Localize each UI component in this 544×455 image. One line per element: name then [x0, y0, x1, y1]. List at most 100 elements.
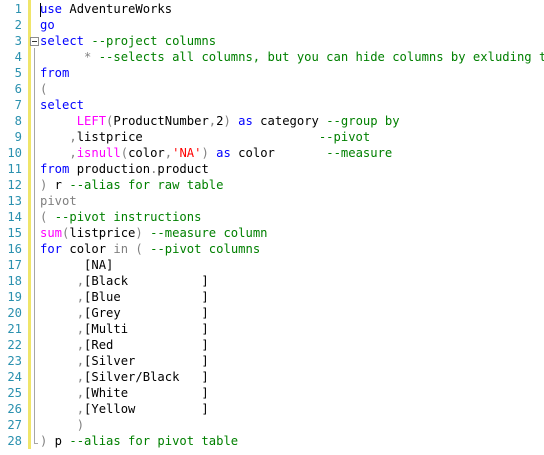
- code-token: ,: [76, 338, 85, 352]
- code-text: ) r --alias for raw table: [40, 177, 223, 193]
- code-token: --pivot instructions: [54, 210, 202, 224]
- line-number: 25: [7, 386, 22, 400]
- code-line[interactable]: 14 ( --pivot instructions: [0, 209, 544, 225]
- code-line[interactable]: 10 ,isnull(color,'NA') as color --measur…: [0, 145, 544, 161]
- code-token: --project columns: [91, 34, 217, 48]
- code-text: ,isnull(color,'NA') as color --measure: [40, 145, 392, 161]
- code-line[interactable]: 17 [NA]: [0, 257, 544, 273]
- code-text: for color in ( --pivot columns: [40, 241, 260, 257]
- code-text: [NA]: [40, 257, 113, 273]
- line-number: 26: [7, 402, 22, 416]
- code-token: --measure: [326, 146, 393, 160]
- code-text: ,[Red ]: [40, 337, 209, 353]
- line-number: 23: [7, 354, 22, 368]
- code-token: LEFT: [76, 114, 107, 128]
- code-line[interactable]: 23 ,[Silver ]: [0, 353, 544, 369]
- code-line[interactable]: 21 ,[Multi ]: [0, 321, 544, 337]
- code-token: production: [69, 162, 151, 176]
- code-line[interactable]: 5 from: [0, 65, 544, 81]
- code-line[interactable]: 27 ): [0, 417, 544, 433]
- line-number: 28: [7, 434, 22, 448]
- line-number: 12: [7, 178, 22, 192]
- code-text: ) p --alias for pivot table: [40, 433, 238, 449]
- code-token: [Red ]: [84, 338, 209, 352]
- line-number: 16: [7, 242, 22, 256]
- code-token: [NA]: [40, 258, 114, 272]
- code-text: select --project columns: [40, 33, 216, 49]
- sql-editor[interactable]: 1 use AdventureWorks 2 go 3 select --project …: [0, 0, 544, 455]
- code-token: ,: [76, 386, 85, 400]
- code-token: [White ]: [84, 386, 209, 400]
- code-text: ,[Grey ]: [40, 305, 209, 321]
- code-token: [Grey ]: [84, 306, 209, 320]
- line-number: 14: [7, 210, 22, 224]
- code-line[interactable]: 13 pivot: [0, 193, 544, 209]
- code-token: AdventureWorks: [62, 2, 173, 16]
- code-text: ,[Black ]: [40, 273, 209, 289]
- code-token: go: [40, 18, 55, 32]
- code-token: ,: [69, 146, 77, 160]
- code-line[interactable]: 9 ,listprice --pivot: [0, 129, 544, 145]
- code-line[interactable]: 18 ,[Black ]: [0, 273, 544, 289]
- line-number: 22: [7, 338, 22, 352]
- code-token: color: [62, 242, 114, 256]
- code-line[interactable]: 28 ) p --alias for pivot table: [0, 433, 544, 449]
- line-number: 24: [7, 370, 22, 384]
- code-token: listprice: [69, 226, 136, 240]
- code-line[interactable]: 15 sum(listprice) --measure column: [0, 225, 544, 241]
- code-token: isnull: [76, 146, 121, 160]
- code-token: ,: [76, 402, 85, 416]
- code-line[interactable]: 16 for color in ( --pivot columns: [0, 241, 544, 257]
- code-text: from production.product: [40, 161, 209, 177]
- code-token: --alias for raw table: [69, 178, 224, 192]
- code-line[interactable]: 19 ,[Blue ]: [0, 289, 544, 305]
- code-token: ,: [76, 274, 85, 288]
- code-token: use: [40, 2, 63, 16]
- code-line[interactable]: 8 LEFT(ProductNumber,2) as category --gr…: [0, 113, 544, 129]
- code-text: from: [40, 65, 69, 81]
- code-text: ,[Multi ]: [40, 321, 209, 337]
- code-line[interactable]: 20 ,[Grey ]: [0, 305, 544, 321]
- code-line[interactable]: 22 ,[Red ]: [0, 337, 544, 353]
- code-line[interactable]: 6(: [0, 81, 544, 97]
- code-line[interactable]: 24 ,[Silver/Black ]: [0, 369, 544, 385]
- code-token: ,: [76, 322, 85, 336]
- code-token: [Black ]: [84, 274, 209, 288]
- code-text: pivot: [40, 193, 77, 209]
- code-line[interactable]: 3 select --project columns: [0, 33, 544, 49]
- code-token: as: [238, 114, 253, 128]
- line-number: 2: [14, 18, 22, 32]
- code-line[interactable]: 7 select: [0, 97, 544, 113]
- code-line[interactable]: 25 ,[White ]: [0, 385, 544, 401]
- line-number: 15: [7, 226, 22, 240]
- code-line[interactable]: 1 use AdventureWorks: [0, 1, 544, 17]
- code-text: ): [40, 417, 84, 433]
- code-text: select: [40, 97, 84, 113]
- code-token: ,: [76, 290, 85, 304]
- code-token: color: [230, 146, 327, 160]
- code-line[interactable]: 26 ,[Yellow ]: [0, 401, 544, 417]
- code-token: ): [76, 418, 85, 432]
- code-line[interactable]: 4 * --selects all columns, but you can h…: [0, 49, 544, 65]
- code-line[interactable]: 2 go: [0, 17, 544, 33]
- code-text: LEFT(ProductNumber,2) as category --grou…: [40, 113, 400, 129]
- code-line[interactable]: 12 ) r --alias for raw table: [0, 177, 544, 193]
- code-token: pivot: [40, 194, 77, 208]
- line-number: 13: [7, 194, 22, 208]
- line-number: 5: [14, 66, 22, 80]
- line-number: 10: [7, 146, 22, 160]
- line-number: 11: [7, 162, 22, 176]
- code-token: from: [40, 162, 70, 176]
- code-line[interactable]: 11 from production.product: [0, 161, 544, 177]
- line-number: 18: [7, 274, 22, 288]
